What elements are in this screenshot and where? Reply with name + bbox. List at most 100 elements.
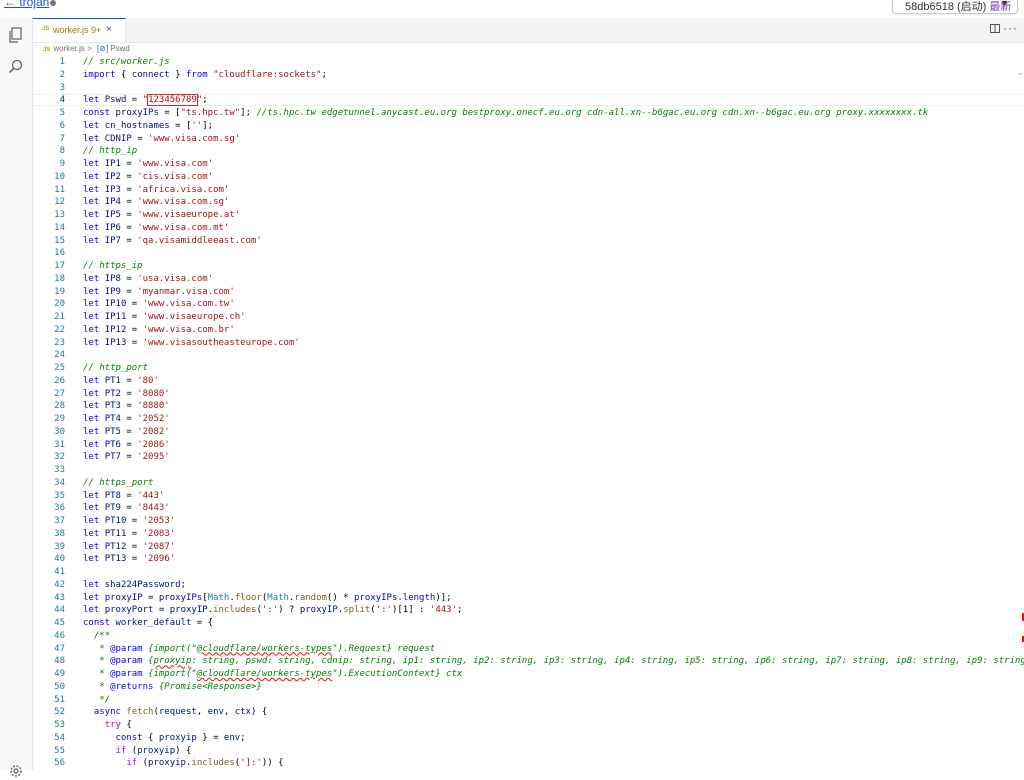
editor-tab-bar: JS worker.js 9+ × ··· xyxy=(33,18,1024,43)
code-line[interactable]: 10 let IP2 = 'cis.visa.com' xyxy=(33,171,1024,183)
gear-icon[interactable] xyxy=(7,762,25,780)
commit-hash: 58db6518 xyxy=(905,1,954,13)
activity-bar xyxy=(0,18,33,777)
explorer-files-icon[interactable] xyxy=(7,26,25,44)
line-number: 5 xyxy=(59,108,65,118)
code-line[interactable]: 1 // src/worker.js xyxy=(33,56,1024,68)
line-number: 16 xyxy=(54,248,65,259)
breadcrumb-file[interactable]: worker.js xyxy=(53,44,85,53)
code-line[interactable]: 30 let PT5 = '2082' xyxy=(33,426,1024,438)
code-line[interactable]: 51 */ xyxy=(33,694,1024,706)
code-line[interactable]: 47 * @param {import("@cloudflare/workers… xyxy=(33,643,1024,655)
code-text: let PT6 = '2086' xyxy=(83,439,170,450)
line-number: 17 xyxy=(54,261,65,271)
search-icon[interactable] xyxy=(7,58,25,76)
code-text: const worker_default = { xyxy=(83,618,214,628)
line-number: 20 xyxy=(54,299,65,310)
code-line[interactable]: 45 const worker_default = { xyxy=(33,617,1024,629)
code-text: if (proxyip) { xyxy=(115,745,192,756)
code-line[interactable]: 23 let IP13 = 'www.visasoutheasteurope.co… xyxy=(33,337,1024,349)
code-line[interactable]: 20 let IP10 = 'www.visa.com.tw' xyxy=(33,298,1024,310)
code-line[interactable]: 32 let PT7 = '2095' xyxy=(33,451,1024,463)
code-line[interactable]: 3 xyxy=(33,82,1024,94)
code-line[interactable]: 56 if (proxyip.includes(']:')) { xyxy=(33,757,1024,769)
code-line[interactable]: 25 // http_port xyxy=(33,362,1024,374)
code-line[interactable]: 12 let IP4 = 'www.visa.com.sg' xyxy=(33,196,1024,208)
code-text: // src/worker.js xyxy=(83,57,170,67)
breadcrumb-separator: > xyxy=(87,44,92,53)
chevron-down-icon: ▼ xyxy=(1000,0,1009,8)
code-line[interactable]: 28 let PT3 = '8880' xyxy=(33,400,1024,412)
code-line[interactable]: 46 /** xyxy=(33,630,1024,642)
code-line[interactable]: 42 let sha224Password; xyxy=(33,579,1024,591)
code-text: // http_port xyxy=(83,363,149,373)
tab-filename: worker.js xyxy=(53,25,89,35)
code-line[interactable]: 17 // https_ip xyxy=(33,260,1024,272)
code-text: * @param {import("@cloudflare/workers-ty… xyxy=(83,669,463,679)
line-number: 3 xyxy=(59,82,65,93)
code-line[interactable]: 18 let IP8 = 'usa.visa.com' xyxy=(33,273,1024,285)
more-actions-icon[interactable]: ··· xyxy=(1003,21,1018,35)
code-text: let IP13 = 'www.visasoutheasteurope.com' xyxy=(83,337,300,348)
code-line[interactable]: 41 xyxy=(33,566,1024,578)
code-line[interactable]: 37 let PT10 = '2053' xyxy=(33,515,1024,527)
line-number: 25 xyxy=(54,363,65,373)
code-line[interactable]: 19 let IP9 = 'myanmar.visa.com' xyxy=(33,286,1024,298)
line-number: 43 xyxy=(54,592,65,603)
back-link[interactable]: ← trojan xyxy=(4,0,49,9)
code-text: let Pswd = "123456789"; xyxy=(83,94,208,107)
commit-selector-button[interactable]: 58db6518 (启动) 最新 ▼ xyxy=(892,0,1018,14)
line-number: 6 xyxy=(59,120,65,131)
split-editor-icon[interactable] xyxy=(990,24,1000,33)
code-text: let IP12 = 'www.visa.com.br' xyxy=(83,324,235,335)
code-text: let PT10 = '2053' xyxy=(83,516,176,526)
code-line[interactable]: 36 let PT9 = '8443' xyxy=(33,502,1024,514)
code-line[interactable]: 2 import { connect } from "cloudflare:soc… xyxy=(33,69,1024,81)
tab-worker-js[interactable]: JS worker.js 9+ × xyxy=(33,18,126,42)
code-line[interactable]: 4 let Pswd = "123456789"; xyxy=(33,94,1024,107)
code-line[interactable]: 15 let IP7 = 'qa.visamiddleeast.com' xyxy=(33,235,1024,247)
code-line[interactable]: 9 let IP1 = 'www.visa.com' xyxy=(33,158,1024,170)
code-line[interactable]: 40 let PT13 = '2096' xyxy=(33,553,1024,565)
code-line[interactable]: 43 let proxyIP = proxyIPs[Math.floor(Math… xyxy=(33,592,1024,604)
code-line[interactable]: 52 async fetch(request, env, ctx) { xyxy=(33,706,1024,718)
code-editor[interactable]: 1 // src/worker.js 2 import { connect } fro… xyxy=(33,56,1024,770)
code-line[interactable]: 35 let PT8 = '443' xyxy=(33,490,1024,502)
line-number: 45 xyxy=(54,618,65,628)
line-number: 13 xyxy=(54,210,65,220)
code-text: if (proxyip.includes(']:')) { xyxy=(126,758,284,769)
code-line[interactable]: 11 let IP3 = 'africa.visa.com' xyxy=(33,184,1024,196)
code-line[interactable]: 31 let PT6 = '2086' xyxy=(33,439,1024,451)
code-line[interactable]: 22 let IP12 = 'www.visa.com.br' xyxy=(33,324,1024,336)
code-line[interactable]: 38 let PT11 = '2083' xyxy=(33,528,1024,540)
code-text: let PT7 = '2095' xyxy=(83,452,170,463)
code-line[interactable]: 39 let PT12 = '2087' xyxy=(33,541,1024,553)
code-line[interactable]: 24 xyxy=(33,349,1024,361)
code-line[interactable]: 6 let cn_hostnames = ['']; xyxy=(33,120,1024,132)
breadcrumb-symbol[interactable]: Pswd xyxy=(110,44,130,53)
line-number: 38 xyxy=(54,528,65,539)
code-line[interactable]: 7 let CDNIP = 'www.visa.com.sg' xyxy=(33,133,1024,145)
code-line[interactable]: 16 xyxy=(33,247,1024,259)
code-line[interactable]: 55 if (proxyip) { xyxy=(33,745,1024,757)
code-line[interactable]: 14 let IP6 = 'www.visa.com.mt' xyxy=(33,222,1024,234)
code-line[interactable]: 33 xyxy=(33,464,1024,476)
code-line[interactable]: 48 * @param {proxyip: string, pswd: stri… xyxy=(33,655,1024,667)
code-line[interactable]: 27 let PT2 = '8080' xyxy=(33,388,1024,400)
code-line[interactable]: 34 // https_port xyxy=(33,477,1024,489)
code-line[interactable]: 26 let PT1 = '80' xyxy=(33,375,1024,387)
code-line[interactable]: 49 * @param {import("@cloudflare/workers… xyxy=(33,668,1024,680)
code-line[interactable]: 13 let IP5 = 'www.visaeurope.at' xyxy=(33,209,1024,221)
code-line[interactable]: 54 const { proxyip } = env; xyxy=(33,732,1024,744)
code-text: let PT5 = '2082' xyxy=(83,426,170,437)
code-text: let PT3 = '8880' xyxy=(83,401,170,412)
code-line[interactable]: 44 let proxyPort = proxyIP.includes(':') … xyxy=(33,604,1024,616)
code-line[interactable]: 8 // http_ip xyxy=(33,145,1024,157)
code-line[interactable]: 29 let PT4 = '2052' xyxy=(33,413,1024,425)
line-number: 18 xyxy=(54,273,65,284)
code-line[interactable]: 5 const proxyIPs = ["ts.hpc.tw"]; //ts.hp… xyxy=(33,107,1024,119)
code-line[interactable]: 21 let IP11 = 'www.visaeurope.ch' xyxy=(33,311,1024,323)
close-icon[interactable]: × xyxy=(106,24,112,35)
code-line[interactable]: 50 * @returns {Promise<Response>} xyxy=(33,681,1024,693)
code-line[interactable]: 53 try { xyxy=(33,719,1024,731)
